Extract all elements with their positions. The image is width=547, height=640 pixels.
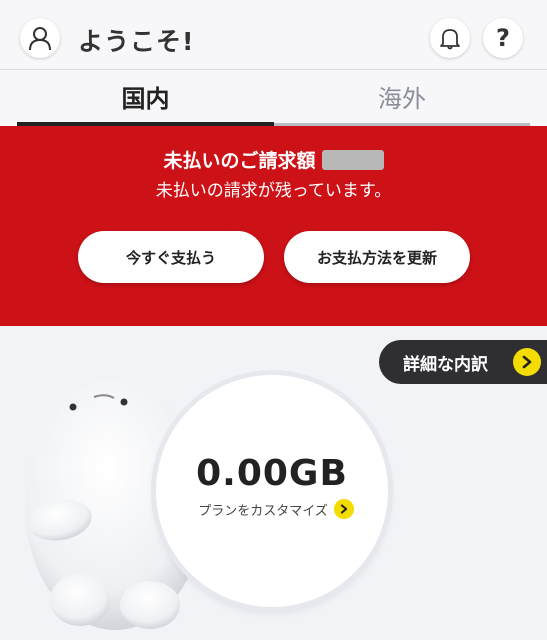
profile-button[interactable]	[20, 18, 60, 58]
masked-amount	[321, 150, 384, 170]
chevron-right-icon	[513, 348, 541, 376]
bell-icon	[440, 29, 460, 50]
unpaid-banner: 未払いのご請求額 未払いの請求が残っています。 今すぐ支払う お支払方法を更新	[0, 126, 547, 326]
unpaid-title-text: 未払いのご請求額	[163, 150, 316, 172]
customize-plan-label: プランをカスタマイズ	[198, 503, 328, 519]
pay-now-button[interactable]: 今すぐ支払う	[78, 231, 264, 283]
app-header: ようこそ! ?	[0, 0, 547, 70]
tab-overseas[interactable]: 海外	[274, 70, 530, 126]
help-icon: ?	[496, 24, 510, 52]
tab-domestic[interactable]: 国内	[17, 70, 274, 126]
help-button[interactable]: ?	[483, 18, 523, 58]
details-breakdown-button[interactable]: 詳細な内訳	[379, 340, 547, 384]
chevron-right-icon	[333, 499, 354, 519]
unpaid-amount-title: 未払いのご請求額	[0, 146, 547, 173]
unpaid-subtitle: 未払いの請求が残っています。	[155, 181, 392, 201]
details-label: 詳細な内訳	[403, 354, 488, 375]
customize-plan-link[interactable]: プランをカスタマイズ	[176, 499, 376, 519]
notifications-button[interactable]	[430, 18, 470, 58]
data-usage-circle: 0.00GB プランをカスタマイズ	[156, 375, 388, 607]
update-payment-method-button[interactable]: お支払方法を更新	[284, 231, 470, 283]
data-remaining-value: 0.00GB	[196, 453, 348, 494]
region-tabs: 国内 海外	[0, 70, 547, 126]
welcome-title: ようこそ!	[78, 27, 195, 56]
user-icon	[29, 27, 51, 51]
